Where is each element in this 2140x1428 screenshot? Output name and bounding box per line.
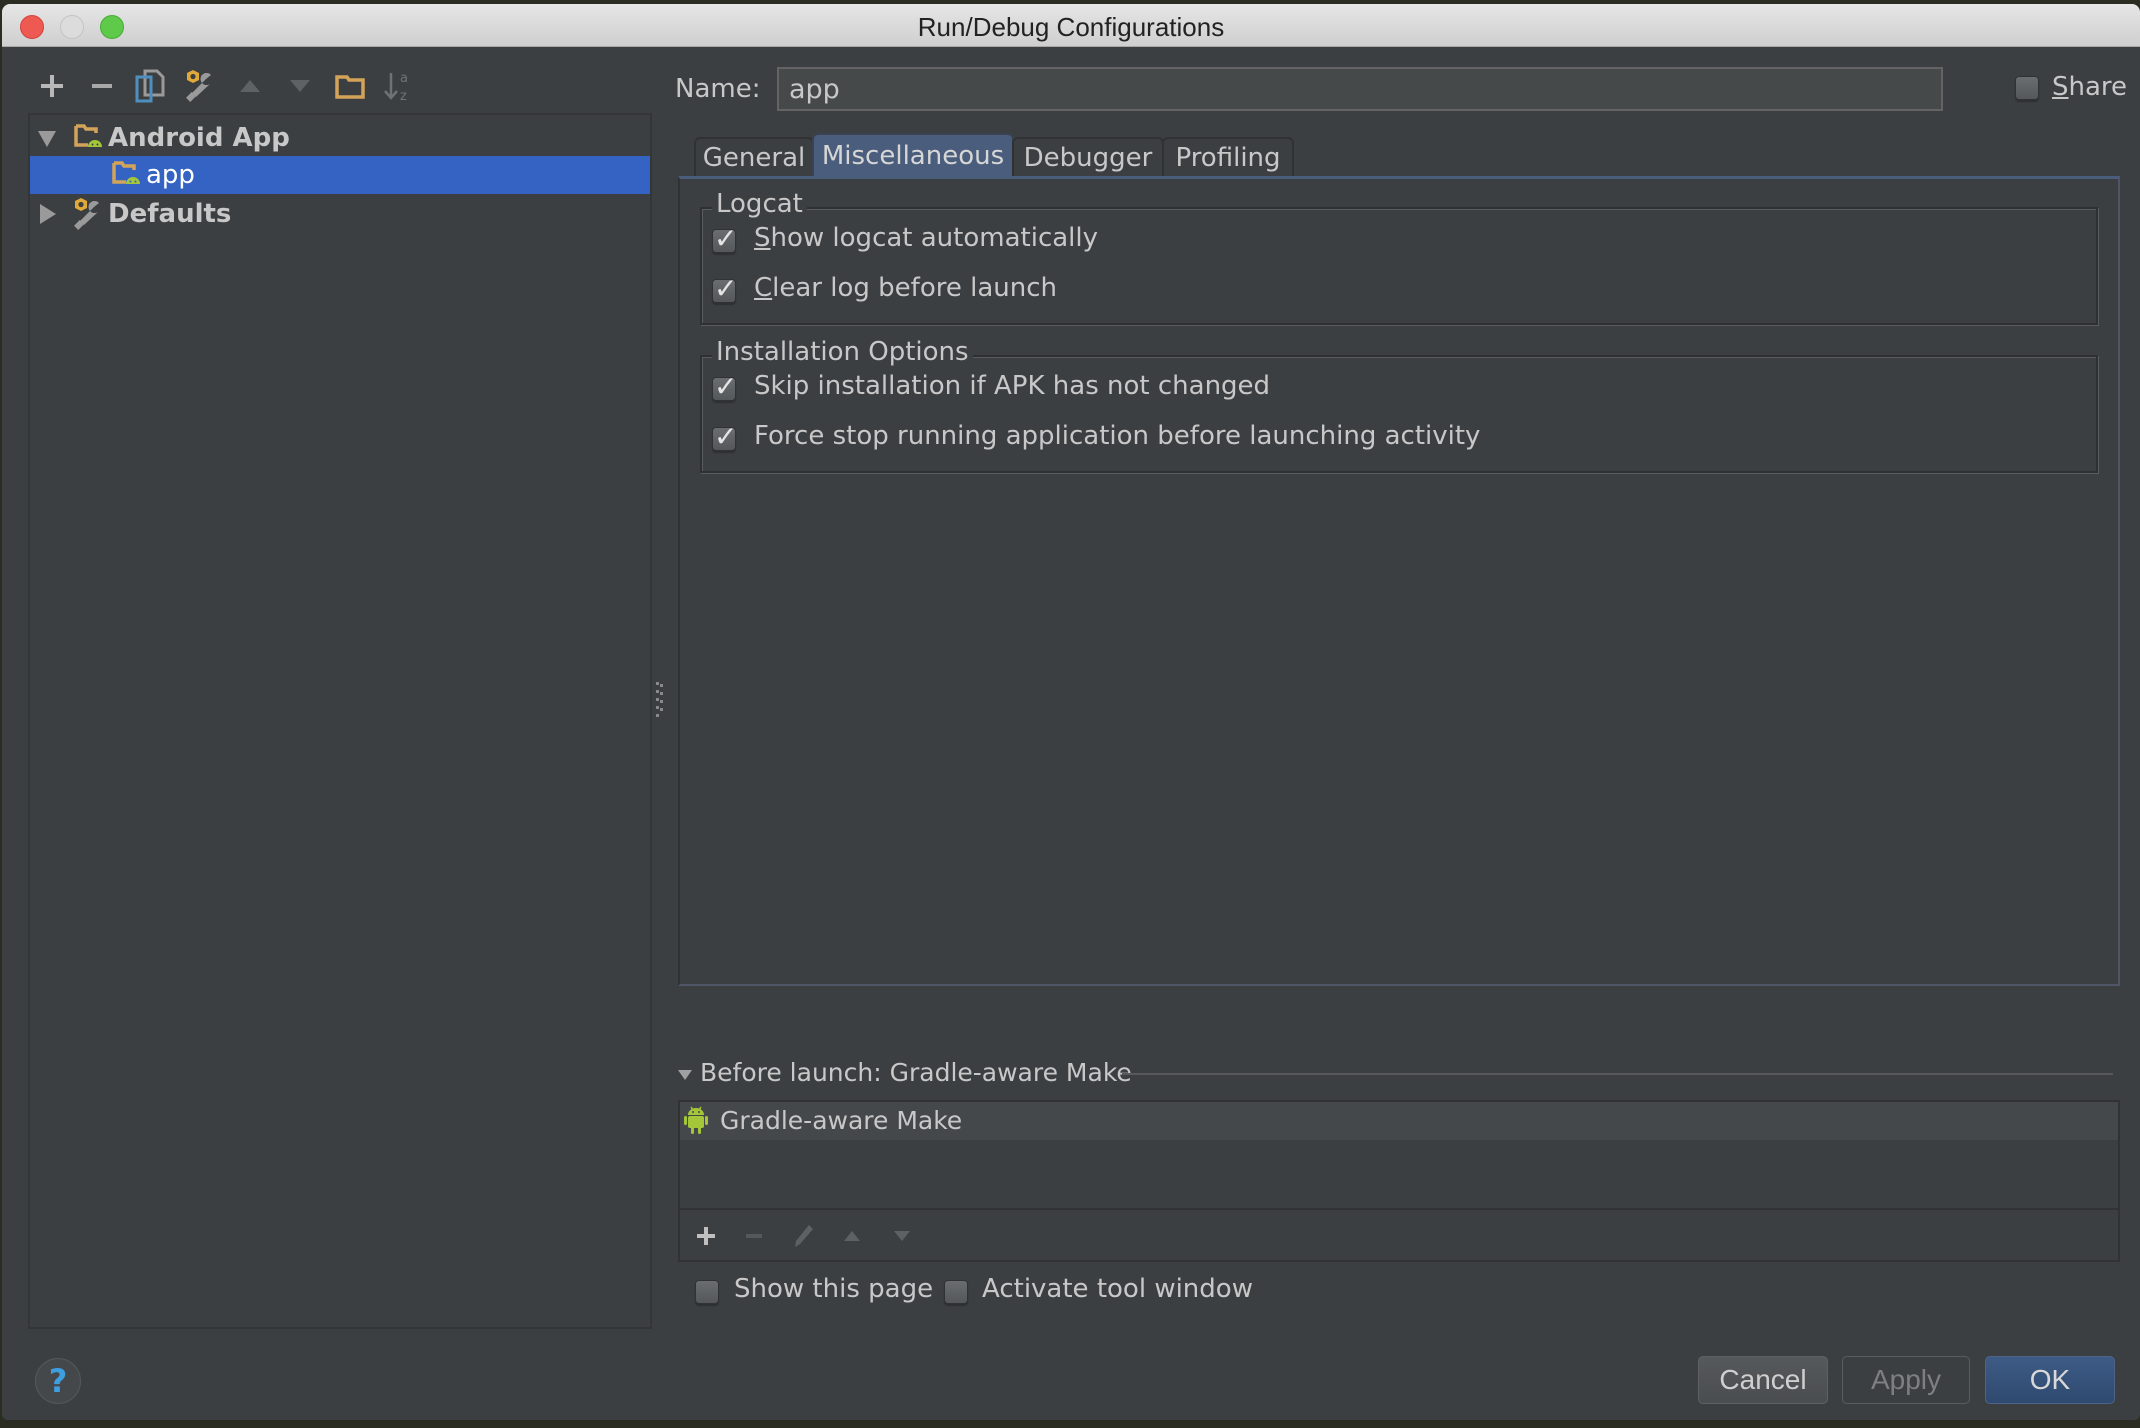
- activate-tool-window-label[interactable]: Activate tool window: [982, 1274, 1253, 1304]
- before-launch-separator: [1122, 1073, 2113, 1075]
- edit-task-icon[interactable]: [786, 1218, 822, 1254]
- miscellaneous-panel: Logcat Show logcat automatically Clear l…: [678, 176, 2120, 986]
- clear-log-mnemonic: C: [754, 273, 773, 303]
- help-icon: ?: [48, 1362, 68, 1400]
- before-launch-item[interactable]: Gradle-aware Make: [680, 1102, 2118, 1140]
- collapse-arrow-icon[interactable]: [40, 204, 56, 224]
- logcat-group: Logcat Show logcat automatically Clear l…: [700, 189, 2098, 325]
- remove-icon[interactable]: [82, 66, 122, 106]
- show-this-page-checkbox[interactable]: [695, 1280, 719, 1304]
- window-title: Run/Debug Configurations: [917, 12, 1225, 42]
- apply-button[interactable]: Apply: [1842, 1356, 1970, 1404]
- title-bar: Run/Debug Configurations: [2, 4, 2140, 47]
- splitter-handle[interactable]: [656, 682, 664, 718]
- before-launch-collapse-icon[interactable]: [678, 1070, 692, 1080]
- copy-icon[interactable]: [130, 66, 170, 106]
- run-debug-configurations-dialog: Run/Debug Configurations az Android App …: [2, 4, 2140, 1420]
- add-task-icon[interactable]: [688, 1218, 724, 1254]
- move-task-up-icon[interactable]: [834, 1218, 870, 1254]
- before-launch-list: Gradle-aware Make: [678, 1100, 2120, 1262]
- force-stop-checkbox[interactable]: [712, 420, 737, 453]
- move-task-down-icon[interactable]: [884, 1218, 920, 1254]
- tab-profiling[interactable]: Profiling: [1162, 137, 1294, 177]
- move-up-icon[interactable]: [230, 66, 270, 106]
- tab-miscellaneous[interactable]: Miscellaneous: [812, 133, 1014, 177]
- share-checkbox[interactable]: [2015, 76, 2039, 100]
- force-stop-label[interactable]: Force stop running application before la…: [754, 421, 1480, 451]
- tree-item-defaults[interactable]: Defaults: [30, 195, 650, 233]
- before-launch-item-label: Gradle-aware Make: [720, 1106, 963, 1135]
- tree-item-label: Defaults: [108, 199, 232, 229]
- android-folder-icon: [74, 123, 104, 158]
- share-mnemonic: S: [2052, 72, 2069, 102]
- installation-options-group: Installation Options Skip installation i…: [700, 337, 2098, 473]
- tab-general[interactable]: General: [694, 137, 814, 177]
- show-logcat-label-rest: how logcat automatically: [770, 223, 1099, 253]
- tab-debugger[interactable]: Debugger: [1012, 137, 1164, 177]
- wrench-icon: [72, 197, 104, 238]
- share-label[interactable]: Share: [2052, 72, 2127, 102]
- share-label-rest: hare: [2068, 72, 2128, 102]
- tree-item-app[interactable]: app: [30, 156, 650, 194]
- show-logcat-mnemonic: S: [754, 223, 771, 253]
- logcat-group-title: Logcat: [712, 189, 807, 219]
- tree-item-label: app: [146, 160, 195, 190]
- activate-tool-window-checkbox[interactable]: [944, 1280, 968, 1304]
- configuration-tree[interactable]: Android App app Defaults: [28, 113, 652, 1329]
- name-label: Name:: [675, 74, 761, 104]
- sort-icon[interactable]: az: [378, 66, 418, 106]
- android-folder-icon: [112, 160, 142, 195]
- edit-defaults-icon[interactable]: [180, 66, 220, 106]
- clear-log-checkbox[interactable]: [712, 272, 737, 305]
- clear-log-label-rest: lear log before launch: [772, 273, 1057, 303]
- skip-installation-checkbox[interactable]: [712, 370, 737, 403]
- before-launch-title[interactable]: Before launch: Gradle-aware Make: [700, 1058, 1132, 1087]
- android-icon: [684, 1105, 708, 1139]
- add-icon[interactable]: [32, 66, 72, 106]
- show-logcat-label[interactable]: Show logcat automatically: [754, 223, 1098, 253]
- tree-item-label: Android App: [108, 123, 290, 153]
- tree-item-android-app[interactable]: Android App: [30, 119, 650, 157]
- cancel-button[interactable]: Cancel: [1698, 1356, 1828, 1404]
- svg-text:z: z: [400, 89, 407, 103]
- folder-icon[interactable]: [330, 66, 370, 106]
- installation-group-title: Installation Options: [712, 337, 973, 367]
- remove-task-icon[interactable]: [736, 1218, 772, 1254]
- svg-text:a: a: [400, 71, 408, 86]
- name-input[interactable]: [777, 67, 1943, 111]
- ok-button[interactable]: OK: [1985, 1356, 2115, 1404]
- show-logcat-checkbox[interactable]: [712, 222, 737, 255]
- expand-arrow-icon[interactable]: [38, 131, 56, 147]
- clear-log-label[interactable]: Clear log before launch: [754, 273, 1057, 303]
- before-launch-toolbar: [680, 1208, 2118, 1262]
- move-down-icon[interactable]: [280, 66, 320, 106]
- help-button[interactable]: ?: [35, 1358, 81, 1404]
- show-this-page-label[interactable]: Show this page: [734, 1274, 933, 1304]
- skip-installation-label[interactable]: Skip installation if APK has not changed: [754, 371, 1270, 401]
